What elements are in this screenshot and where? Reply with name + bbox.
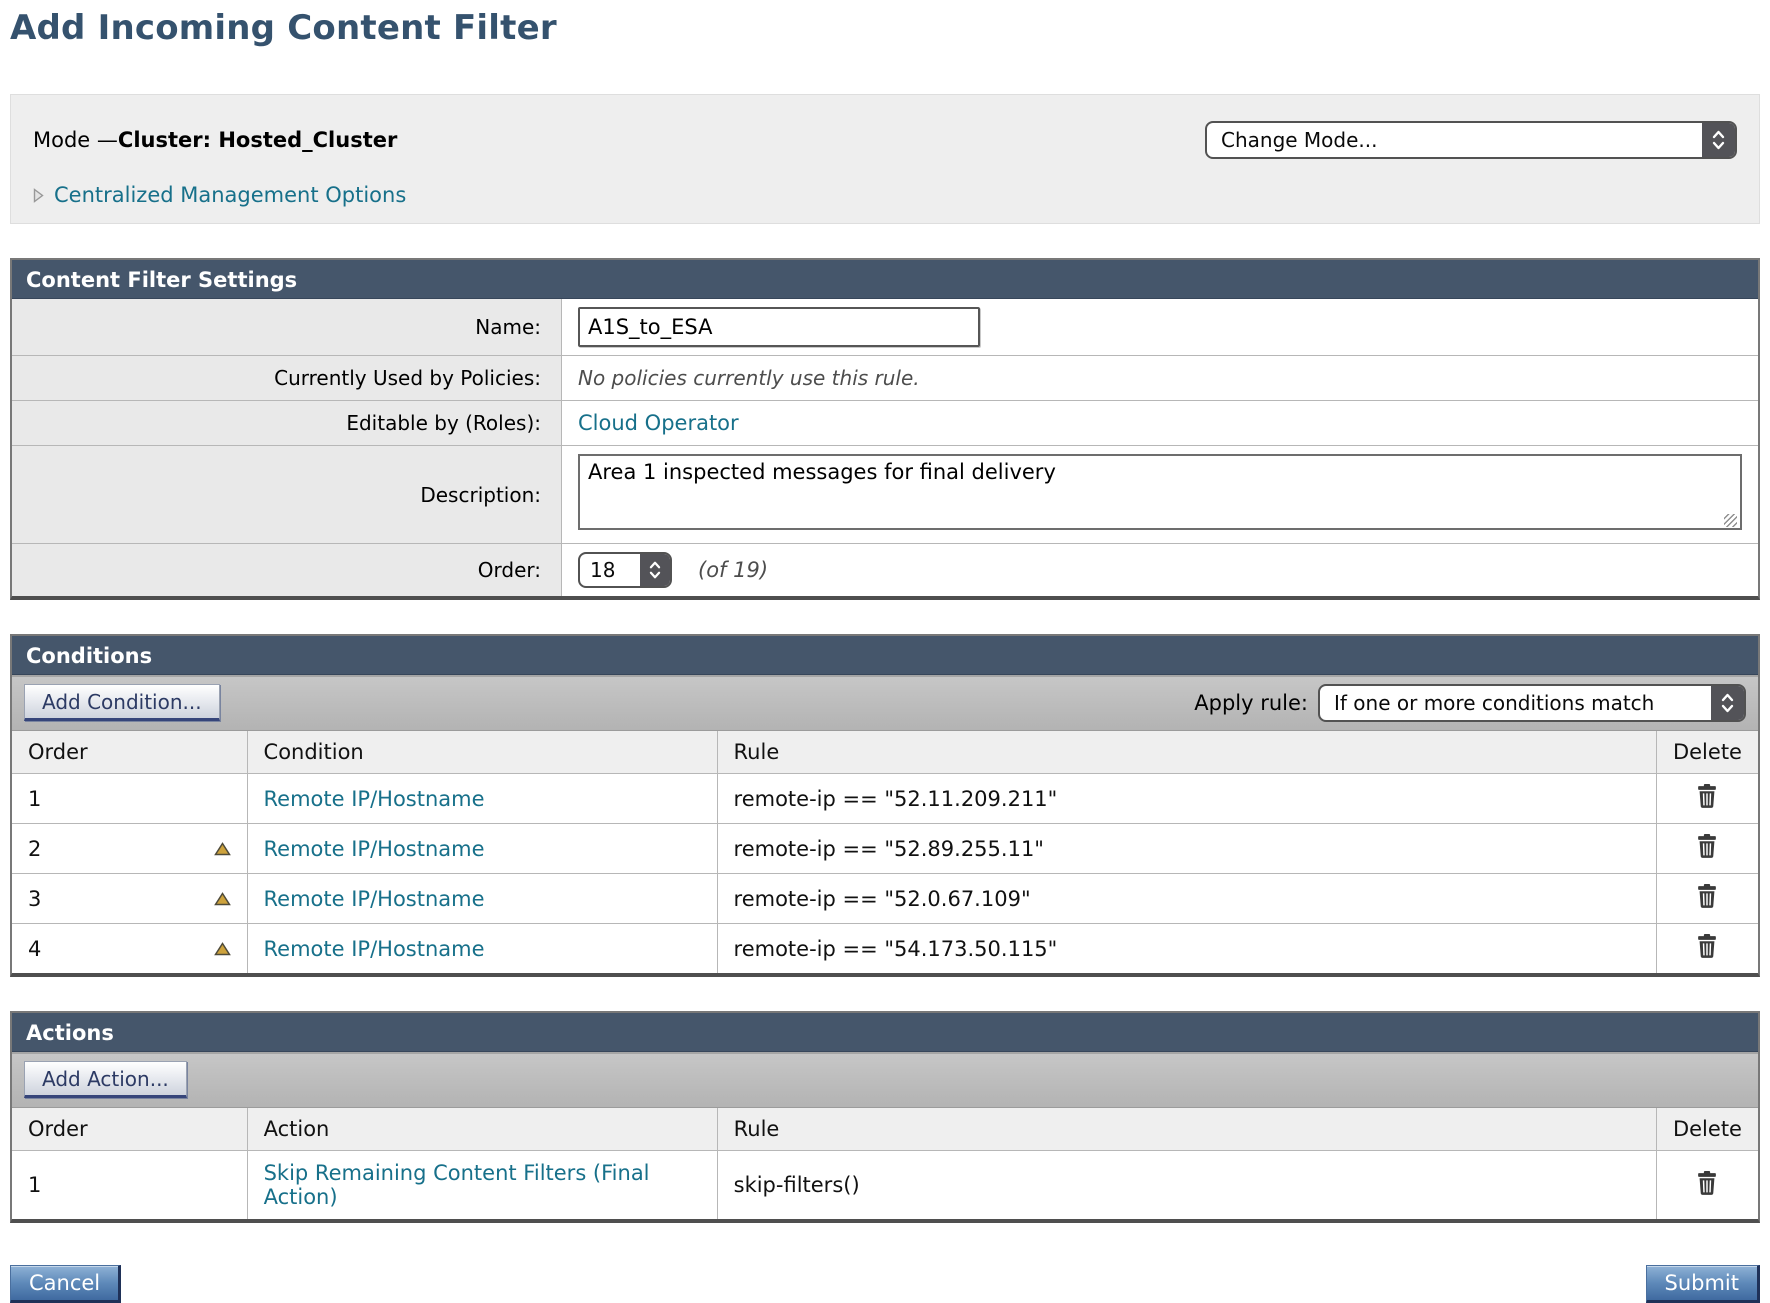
content-filter-settings-header: Content Filter Settings — [12, 260, 1758, 299]
trash-icon — [1696, 834, 1718, 858]
centralized-management-options-link[interactable]: Centralized Management Options — [54, 183, 406, 207]
condition-link[interactable]: Remote IP/Hostname — [264, 887, 485, 911]
condition-order: 2 — [28, 837, 41, 861]
action-rule: skip-filters() — [734, 1173, 860, 1197]
col-header-order: Order — [12, 1108, 247, 1151]
trash-icon — [1696, 934, 1718, 958]
name-input[interactable] — [578, 307, 980, 347]
condition-link[interactable]: Remote IP/Hostname — [264, 837, 485, 861]
apply-rule-label: Apply rule: — [1194, 691, 1308, 715]
condition-rule: remote-ip == "52.11.209.211" — [734, 787, 1058, 811]
delete-action-button[interactable] — [1696, 1171, 1718, 1195]
col-header-action: Action — [247, 1108, 717, 1151]
policies-value: No policies currently use this rule. — [578, 366, 920, 390]
content-filter-settings-panel: Content Filter Settings Name: Currently … — [10, 258, 1760, 600]
table-row: Description: Area 1 inspected messages f… — [12, 446, 1758, 544]
condition-order: 1 — [28, 787, 41, 811]
col-header-rule: Rule — [717, 1108, 1656, 1151]
condition-rule: remote-ip == "52.89.255.11" — [734, 837, 1044, 861]
table-row: 4 Remote IP/Hostname remote-ip == "54.17… — [12, 924, 1758, 974]
order-select[interactable]: 18 — [578, 552, 672, 588]
condition-order: 4 — [28, 937, 41, 961]
mode-banner: Mode —Cluster: Hosted_Cluster Change Mod… — [10, 94, 1760, 224]
move-up-icon[interactable] — [214, 892, 231, 906]
actions-header: Actions — [12, 1013, 1758, 1052]
submit-button[interactable]: Submit — [1646, 1265, 1761, 1303]
policies-label: Currently Used by Policies: — [12, 356, 562, 401]
delete-condition-button[interactable] — [1696, 884, 1718, 908]
condition-order: 3 — [28, 887, 41, 911]
condition-rule: remote-ip == "54.173.50.115" — [734, 937, 1058, 961]
order-select-value: 18 — [580, 554, 640, 586]
change-mode-select[interactable]: Change Mode... — [1205, 121, 1737, 159]
table-row: 3 Remote IP/Hostname remote-ip == "52.0.… — [12, 874, 1758, 924]
table-row: Order: 18 (of 19) — [12, 544, 1758, 597]
apply-rule-select[interactable]: If one or more conditions match — [1318, 684, 1746, 722]
actions-panel: Actions Add Action... Order Action Rule … — [10, 1011, 1760, 1223]
editable-roles-label: Editable by (Roles): — [12, 401, 562, 446]
condition-link[interactable]: Remote IP/Hostname — [264, 787, 485, 811]
description-textarea[interactable]: Area 1 inspected messages for final deli… — [578, 454, 1742, 530]
col-header-delete: Delete — [1656, 1108, 1758, 1151]
footer-bar: Cancel Submit — [10, 1265, 1760, 1303]
table-header-row: Order Action Rule Delete — [12, 1108, 1758, 1151]
add-condition-button[interactable]: Add Condition... — [24, 684, 220, 721]
move-up-icon[interactable] — [214, 842, 231, 856]
condition-rule: remote-ip == "52.0.67.109" — [734, 887, 1031, 911]
apply-rule-select-value: If one or more conditions match — [1320, 686, 1711, 720]
table-row: 1 Skip Remaining Content Filters (Final … — [12, 1151, 1758, 1220]
delete-condition-button[interactable] — [1696, 934, 1718, 958]
table-row: Editable by (Roles): Cloud Operator — [12, 401, 1758, 446]
add-action-button[interactable]: Add Action... — [24, 1061, 187, 1098]
conditions-toolbar: Add Condition... Apply rule: If one or m… — [12, 675, 1758, 731]
conditions-table: Order Condition Rule Delete 1 Remote IP/… — [12, 731, 1758, 973]
col-header-delete: Delete — [1656, 731, 1758, 774]
select-stepper-icon — [640, 554, 670, 586]
table-row: 2 Remote IP/Hostname remote-ip == "52.89… — [12, 824, 1758, 874]
delete-condition-button[interactable] — [1696, 834, 1718, 858]
actions-toolbar: Add Action... — [12, 1052, 1758, 1108]
condition-link[interactable]: Remote IP/Hostname — [264, 937, 485, 961]
actions-table: Order Action Rule Delete 1 Skip Remainin… — [12, 1108, 1758, 1219]
page: Add Incoming Content Filter Mode —Cluste… — [10, 8, 1760, 1303]
col-header-order: Order — [12, 731, 247, 774]
table-row: Currently Used by Policies: No policies … — [12, 356, 1758, 401]
table-row: 1 Remote IP/Hostname remote-ip == "52.11… — [12, 774, 1758, 824]
cancel-button[interactable]: Cancel — [10, 1265, 121, 1303]
mode-value: Cluster: Hosted_Cluster — [118, 128, 397, 152]
mode-label: Mode — — [33, 128, 118, 152]
trash-icon — [1696, 784, 1718, 808]
conditions-panel: Conditions Add Condition... Apply rule: … — [10, 634, 1760, 977]
action-order: 1 — [28, 1173, 41, 1197]
select-stepper-icon — [1711, 686, 1744, 720]
mode-text: Mode —Cluster: Hosted_Cluster — [33, 128, 397, 152]
page-title: Add Incoming Content Filter — [10, 8, 1760, 48]
conditions-header: Conditions — [12, 636, 1758, 675]
action-link[interactable]: Skip Remaining Content Filters (Final Ac… — [264, 1161, 650, 1209]
col-header-rule: Rule — [717, 731, 1656, 774]
trash-icon — [1696, 1171, 1718, 1195]
table-header-row: Order Condition Rule Delete — [12, 731, 1758, 774]
content-filter-settings-table: Name: Currently Used by Policies: No pol… — [12, 299, 1758, 596]
order-of-total: (of 19) — [698, 558, 768, 582]
col-header-condition: Condition — [247, 731, 717, 774]
change-mode-select-value: Change Mode... — [1207, 123, 1702, 157]
name-label: Name: — [12, 299, 562, 356]
table-row: Name: — [12, 299, 1758, 356]
select-stepper-icon — [1702, 123, 1735, 157]
order-label: Order: — [12, 544, 562, 597]
editable-roles-link[interactable]: Cloud Operator — [578, 411, 739, 435]
delete-condition-button[interactable] — [1696, 784, 1718, 808]
trash-icon — [1696, 884, 1718, 908]
description-label: Description: — [12, 446, 562, 544]
disclosure-triangle-icon[interactable] — [33, 188, 44, 203]
move-up-icon[interactable] — [214, 942, 231, 956]
